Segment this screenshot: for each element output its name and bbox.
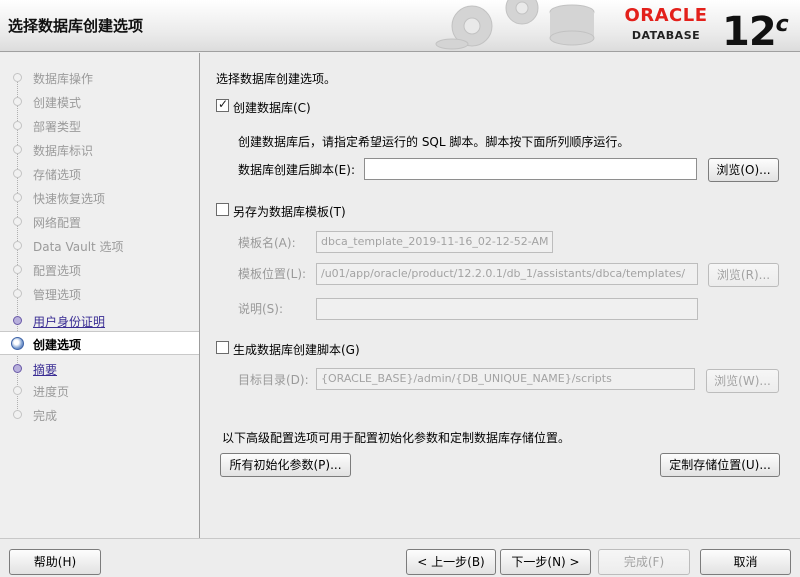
cancel-button[interactable]: 取消 <box>700 549 791 575</box>
version-number: 12 <box>722 9 777 55</box>
sidebar-item-data-vault: Data Vault 选项 <box>0 234 199 256</box>
footer-bar: 帮助(H) < 上一步(B) 下一步(N) > 完成(F) 取消 <box>0 538 800 577</box>
create-db-description: 创建数据库后，请指定希望运行的 SQL 脚本。脚本按下面所列顺序运行。 <box>238 135 630 149</box>
advanced-options-text: 以下高级配置选项可用于配置初始化参数和定制数据库存储位置。 <box>222 431 571 445</box>
sidebar-item-label: 网络配置 <box>33 216 82 230</box>
sidebar-item-finish: 完成 <box>0 403 199 425</box>
sidebar-item-label: 快速恢复选项 <box>33 192 106 206</box>
sidebar-item-config-options: 配置选项 <box>0 258 199 280</box>
sidebar-item-label: Data Vault 选项 <box>33 240 124 254</box>
sidebar-item-management-options: 管理选项 <box>0 282 199 304</box>
template-location-input[interactable]: /u01/app/oracle/product/12.2.0.1/db_1/as… <box>316 263 698 285</box>
sidebar-item-label: 创建选项 <box>33 338 82 352</box>
database-wordmark: DATABASE <box>631 29 701 42</box>
sidebar-item-fast-recovery: 快速恢复选项 <box>0 186 199 208</box>
step-dot-icon <box>13 193 22 202</box>
step-dot-icon <box>13 410 22 419</box>
back-button[interactable]: < 上一步(B) <box>406 549 496 575</box>
sidebar-item-creation-mode: 创建模式 <box>0 90 199 112</box>
sidebar-item-label: 部署类型 <box>33 120 82 134</box>
step-dot-icon <box>13 289 22 298</box>
create-db-checkbox[interactable]: ✓ <box>216 97 229 112</box>
help-button[interactable]: 帮助(H) <box>9 549 101 575</box>
template-location-label: 模板位置(L): <box>238 267 307 281</box>
step-dot-icon <box>13 145 22 154</box>
template-desc-label: 说明(S): <box>238 302 284 316</box>
save-template-checkbox[interactable] <box>216 203 229 216</box>
sidebar-item-label: 创建模式 <box>33 96 82 110</box>
post-script-label: 数据库创建后脚本(E): <box>238 163 355 177</box>
gears-graphic <box>435 0 595 50</box>
version-badge: 12c <box>722 1 789 56</box>
step-dot-icon <box>13 97 22 106</box>
sidebar-item-progress: 进度页 <box>0 379 199 401</box>
next-button[interactable]: 下一步(N) > <box>500 549 591 575</box>
dest-dir-input[interactable]: {ORACLE_BASE}/admin/{DB_UNIQUE_NAME}/scr… <box>316 368 695 390</box>
sidebar-item-label[interactable]: 用户身份证明 <box>33 313 105 330</box>
oracle-wordmark: ORACLE <box>624 5 708 26</box>
sidebar-item-storage-option: 存储选项 <box>0 162 199 184</box>
browse-template-button[interactable]: 浏览(R)... <box>708 263 779 287</box>
page-title: 选择数据库创建选项 <box>8 17 144 35</box>
sidebar-item-label: 数据库标识 <box>33 144 94 158</box>
sidebar-item-label: 管理选项 <box>33 288 82 302</box>
step-dot-icon <box>13 241 22 250</box>
storage-locations-button[interactable]: 定制存储位置(U)... <box>660 453 780 477</box>
step-dot-icon <box>13 386 22 395</box>
step-dot-icon <box>13 169 22 178</box>
template-desc-input[interactable] <box>316 298 698 320</box>
create-db-label[interactable]: 创建数据库(C) <box>233 99 311 116</box>
template-name-input[interactable]: dbca_template_2019-11-16_02-12-52-AM <box>316 231 553 253</box>
sidebar-item-label: 配置选项 <box>33 264 82 278</box>
step-dot-icon <box>13 217 22 226</box>
step-dot-icon <box>13 121 22 130</box>
init-params-button[interactable]: 所有初始化参数(P)... <box>220 453 351 477</box>
post-script-input[interactable] <box>364 158 697 180</box>
sidebar-item-label: 进度页 <box>33 385 70 399</box>
browse-dest-button[interactable]: 浏览(W)... <box>706 369 779 393</box>
sidebar-item-label: 存储选项 <box>33 168 82 182</box>
sidebar-item-db-operation: 数据库操作 <box>0 66 199 88</box>
step-dot-icon <box>13 73 22 82</box>
sidebar-item-creation-option: 创建选项 <box>0 331 199 355</box>
oracle-logo: ORACLE DATABASE <box>612 5 720 43</box>
intro-text: 选择数据库创建选项。 <box>216 72 337 86</box>
step-dot-icon <box>13 364 22 373</box>
sidebar-item-network-config: 网络配置 <box>0 210 199 232</box>
sidebar-item-db-identification: 数据库标识 <box>0 138 199 160</box>
finish-button[interactable]: 完成(F) <box>598 549 690 575</box>
main-panel: 选择数据库创建选项。 ✓ 创建数据库(C) 创建数据库后，请指定希望运行的 SQ… <box>201 53 800 538</box>
template-name-label: 模板名(A): <box>238 236 296 250</box>
sidebar-item-label: 完成 <box>33 409 58 423</box>
gen-scripts-label[interactable]: 生成数据库创建脚本(G) <box>233 341 360 358</box>
sidebar-item-label[interactable]: 摘要 <box>33 361 57 378</box>
dest-dir-label: 目标目录(D): <box>238 373 309 387</box>
check-icon: ✓ <box>218 97 229 111</box>
step-dot-icon <box>13 265 22 274</box>
gen-scripts-checkbox[interactable] <box>216 341 229 354</box>
steps-sidebar: 数据库操作 创建模式 部署类型 数据库标识 存储选项 快速恢复选项 网络配置 D… <box>0 53 200 538</box>
current-step-icon <box>11 337 24 350</box>
sidebar-item-summary[interactable]: 摘要 <box>0 357 199 379</box>
step-dot-icon <box>13 316 22 325</box>
sidebar-item-label: 数据库操作 <box>33 72 94 86</box>
browse-script-button[interactable]: 浏览(O)... <box>708 158 779 182</box>
sidebar-item-user-credentials[interactable]: 用户身份证明 <box>0 309 199 331</box>
save-template-label[interactable]: 另存为数据库模板(T) <box>233 203 346 220</box>
version-suffix: c <box>775 12 789 37</box>
sidebar-item-deployment-type: 部署类型 <box>0 114 199 136</box>
header-banner: 选择数据库创建选项 ORACLE DATABASE 12c <box>0 0 800 55</box>
